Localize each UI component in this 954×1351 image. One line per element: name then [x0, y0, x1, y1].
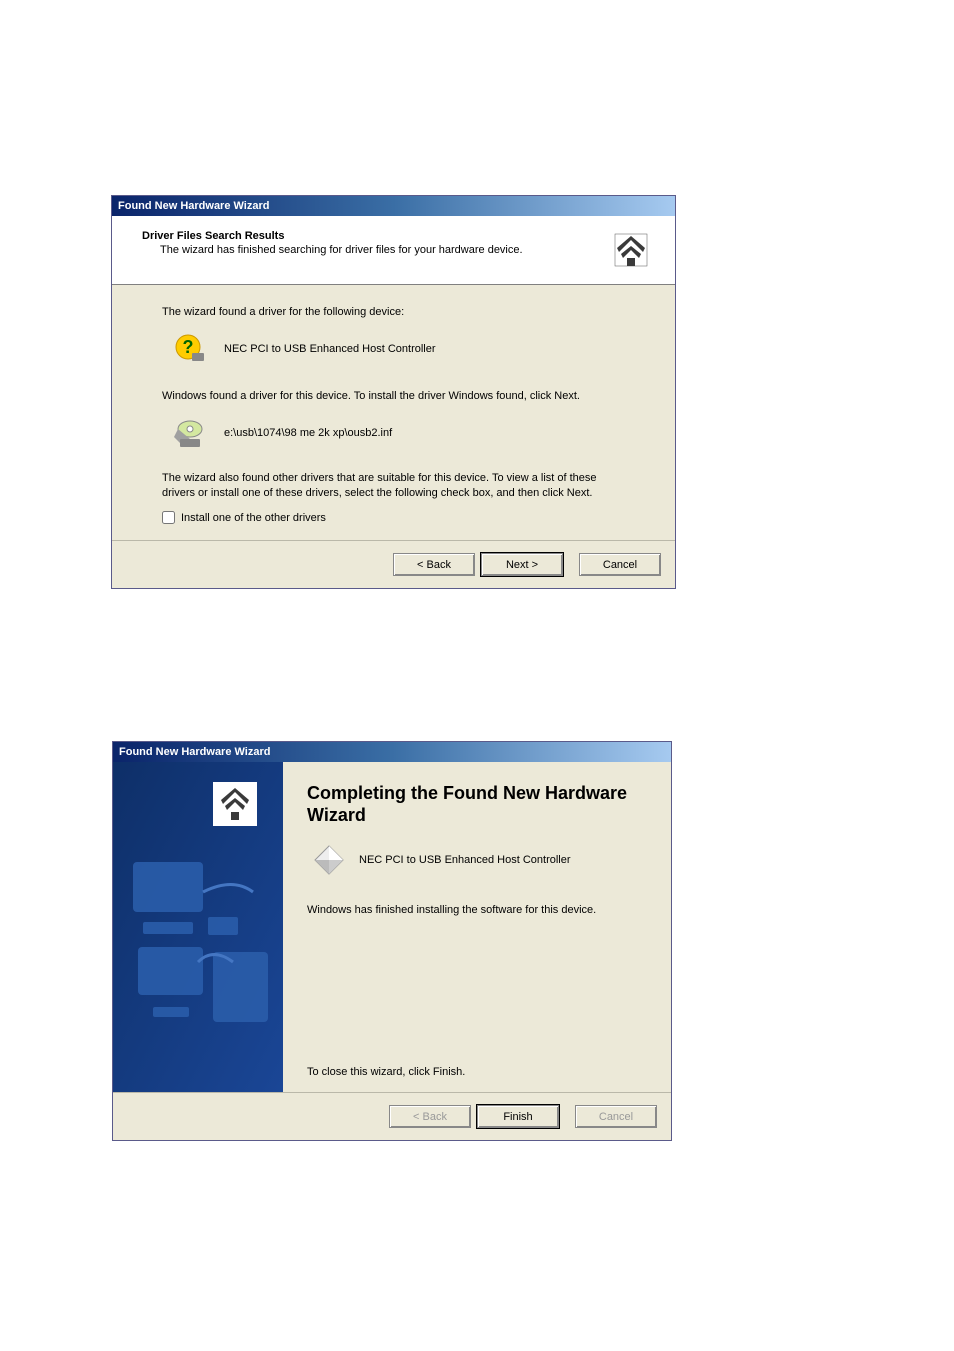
completion-title: Completing the Found New Hardware Wizard — [307, 782, 651, 826]
cancel-button: Cancel — [575, 1105, 657, 1128]
hardware-icon — [611, 230, 651, 270]
wizard-sidebar-image — [113, 762, 283, 1092]
titlebar: Found New Hardware Wizard — [112, 196, 675, 216]
completion-device-row: NEC PCI to USB Enhanced Host Controller — [313, 844, 651, 876]
body-area: Completing the Found New Hardware Wizard… — [113, 762, 671, 1092]
diamond-device-icon — [313, 844, 345, 876]
wizard-dialog-completion: Found New Hardware Wizard — [112, 741, 672, 1141]
header-subtitle: The wizard has finished searching for dr… — [142, 244, 591, 256]
completion-finished-text: Windows has finished installing the soft… — [307, 904, 651, 916]
button-row: < Back Next > Cancel — [112, 540, 675, 588]
question-device-icon: ? — [174, 333, 206, 365]
window-title: Found New Hardware Wizard — [118, 200, 269, 212]
install-other-checkbox[interactable] — [162, 511, 175, 524]
other-drivers-text: The wizard also found other drivers that… — [162, 471, 625, 501]
button-row: < Back Finish Cancel — [113, 1092, 671, 1140]
install-other-label: Install one of the other drivers — [181, 512, 326, 524]
svg-text:?: ? — [183, 337, 194, 357]
device-row: ? NEC PCI to USB Enhanced Host Controlle… — [174, 333, 625, 365]
back-button: < Back — [389, 1105, 471, 1128]
install-other-checkbox-row: Install one of the other drivers — [162, 511, 625, 524]
close-instruction-text: To close this wizard, click Finish. — [307, 1066, 651, 1078]
driver-path: e:\usb\1074\98 me 2k xp\ousb2.inf — [224, 427, 392, 439]
install-text: Windows found a driver for this device. … — [162, 389, 625, 403]
finish-button[interactable]: Finish — [477, 1105, 559, 1128]
device-name: NEC PCI to USB Enhanced Host Controller — [224, 343, 436, 355]
header-area: Driver Files Search Results The wizard h… — [112, 216, 675, 285]
window-title: Found New Hardware Wizard — [119, 746, 270, 758]
wizard-dialog-driver-search: Found New Hardware Wizard Driver Files S… — [111, 195, 676, 589]
content-area: The wizard found a driver for the follow… — [112, 285, 675, 540]
header-text-block: Driver Files Search Results The wizard h… — [142, 230, 591, 256]
completion-device-name: NEC PCI to USB Enhanced Host Controller — [359, 854, 571, 866]
cancel-button[interactable]: Cancel — [579, 553, 661, 576]
driver-file-row: e:\usb\1074\98 me 2k xp\ousb2.inf — [174, 417, 625, 449]
next-button[interactable]: Next > — [481, 553, 563, 576]
back-button[interactable]: < Back — [393, 553, 475, 576]
found-text: The wizard found a driver for the follow… — [162, 305, 625, 319]
titlebar: Found New Hardware Wizard — [113, 742, 671, 762]
driver-file-icon — [174, 417, 206, 449]
right-panel: Completing the Found New Hardware Wizard… — [283, 762, 671, 1092]
header-title: Driver Files Search Results — [142, 230, 591, 242]
